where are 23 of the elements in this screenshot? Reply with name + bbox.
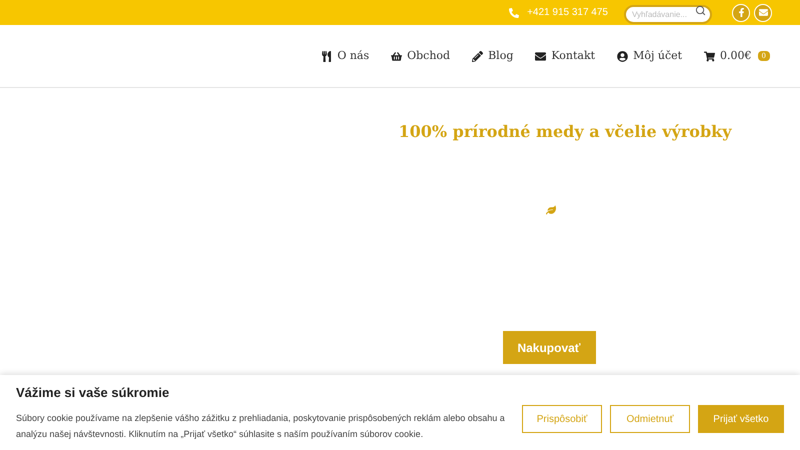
hero-title: 100% prírodné medy a včelie výrobky xyxy=(398,121,732,143)
phone-icon xyxy=(509,8,520,18)
nav-link[interactable]: O nás xyxy=(321,48,370,64)
nav-link[interactable]: Obchod xyxy=(391,48,450,64)
phone-number: +421 915 317 475 xyxy=(527,6,608,20)
leaf-icon xyxy=(546,205,556,215)
cutlery-icon xyxy=(321,50,332,62)
nav-link[interactable]: Blog xyxy=(472,48,514,64)
envelope-icon xyxy=(758,8,768,17)
nav-link[interactable]: Môj účet xyxy=(617,48,682,64)
facebook-icon xyxy=(736,8,746,17)
envelope-icon xyxy=(535,50,546,62)
search-field[interactable]: Vyhľadávanie... xyxy=(624,4,712,24)
facebook-button[interactable] xyxy=(732,4,750,22)
cookie-text: Súbory cookie používame na zlepšenie vášho zážitku z prehliadania, poskytovanie prispôsobených reklám alebo obsahu a analýzu našej návštevnosti. Kliknutím na „Prijať všetko“ súhlasite s naším používaním súborov cookie. xyxy=(16,412,506,442)
cart-icon xyxy=(704,50,716,62)
nav-link[interactable]: Kontakt xyxy=(535,48,596,64)
email-button[interactable] xyxy=(754,4,772,22)
basket-icon xyxy=(391,50,402,62)
pencil-icon xyxy=(472,50,484,62)
cookie-title: Vážime si vaše súkromie xyxy=(16,384,170,402)
search-icon[interactable] xyxy=(695,4,706,16)
user-icon xyxy=(617,50,628,62)
